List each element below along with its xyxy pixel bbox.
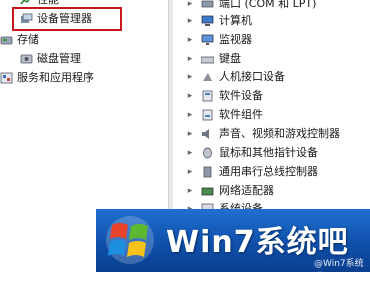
device-category-label: 网络适配器 — [219, 184, 274, 197]
storage-icon — [0, 34, 13, 46]
mouse-icon — [201, 147, 214, 159]
device-category-label: 键盘 — [219, 52, 241, 65]
network-adapter-icon — [201, 185, 214, 197]
source-watermark: @Win7系统吧 — [314, 259, 364, 282]
usb-icon — [201, 166, 214, 178]
sound-icon — [201, 128, 214, 140]
chevron-right-icon[interactable]: ▸ — [185, 87, 195, 105]
device-category-software-components[interactable]: ▸ 软件组件 — [173, 106, 370, 124]
tree-item-label: 存储 — [17, 33, 39, 46]
chevron-right-icon[interactable]: ▸ — [185, 31, 195, 49]
keyboard-icon — [200, 53, 215, 65]
device-category-sound[interactable]: ▸ 声音、视频和游戏控制器 — [173, 125, 370, 143]
device-category-hid[interactable]: ▸ 人机接口设备 — [173, 68, 370, 86]
win7-banner: Win7系统吧 @Win7系统吧 — [96, 209, 370, 282]
device-category-label: 鼠标和其他指针设备 — [219, 146, 318, 159]
software-component-icon — [201, 109, 214, 121]
device-category-label: 软件设备 — [219, 89, 263, 102]
chevron-right-icon[interactable]: ▸ — [185, 182, 195, 200]
tree-item-disk-management[interactable]: 磁盘管理 — [20, 50, 81, 68]
disk-management-icon — [20, 53, 33, 65]
chevron-right-icon[interactable]: ▸ — [185, 106, 195, 124]
port-icon — [201, 0, 214, 10]
services-apps-icon — [0, 72, 13, 84]
tree-item-label: 性能 — [37, 0, 59, 6]
computer-icon — [201, 15, 214, 27]
monitor-icon — [201, 34, 214, 46]
chevron-right-icon[interactable]: ▸ — [185, 68, 195, 86]
hid-icon — [201, 71, 214, 83]
chevron-right-icon[interactable]: ▸ — [185, 125, 195, 143]
device-manager-icon — [20, 13, 33, 25]
device-category-label: 声音、视频和游戏控制器 — [219, 127, 340, 140]
performance-icon — [20, 0, 33, 6]
tree-item-label: 服务和应用程序 — [17, 71, 94, 84]
chevron-right-icon[interactable]: ▸ — [185, 12, 195, 30]
device-category-mouse[interactable]: ▸ 鼠标和其他指针设备 — [173, 144, 370, 162]
software-device-icon — [201, 90, 214, 102]
chevron-right-icon[interactable]: ▸ — [185, 50, 195, 68]
device-category-label: 人机接口设备 — [219, 70, 285, 83]
device-category-computer[interactable]: ▸ 计算机 — [173, 12, 370, 30]
device-category-software-devices[interactable]: ▸ 软件设备 — [173, 87, 370, 105]
windows-logo-icon — [106, 216, 154, 264]
device-category-label: 软件组件 — [219, 108, 263, 121]
device-category-label: 通用串行总线控制器 — [219, 165, 318, 178]
tree-item-services-apps[interactable]: 服务和应用程序 — [0, 69, 94, 87]
device-category-label: 监视器 — [219, 33, 252, 46]
tree-item-label: 设备管理器 — [37, 12, 92, 25]
chevron-right-icon[interactable]: ▸ — [185, 144, 195, 162]
banner-title: Win7系统吧 — [166, 225, 349, 260]
tree-item-device-manager[interactable]: 设备管理器 — [20, 10, 92, 28]
chevron-right-icon[interactable]: ▸ — [185, 163, 195, 181]
device-category-monitor[interactable]: ▸ 监视器 — [173, 31, 370, 49]
tree-item-storage[interactable]: 存储 — [0, 31, 39, 49]
device-category-network-adapters[interactable]: ▸ 网络适配器 — [173, 182, 370, 200]
device-category-usb[interactable]: ▸ 通用串行总线控制器 — [173, 163, 370, 181]
tree-item-label: 磁盘管理 — [37, 52, 81, 65]
device-category-keyboard[interactable]: ▸ 键盘 — [173, 50, 370, 68]
device-category-label: 计算机 — [219, 14, 252, 27]
